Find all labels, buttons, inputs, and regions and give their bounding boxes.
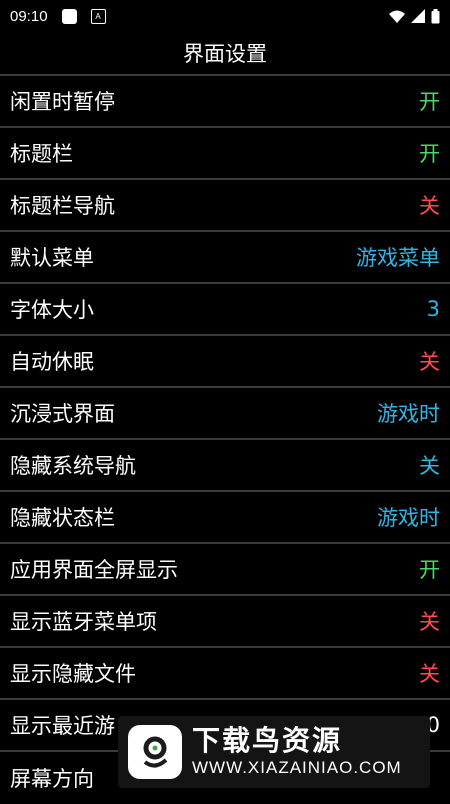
setting-value: 关 xyxy=(419,662,440,686)
settings-list: 闲置时暂停 开 标题栏 开 标题栏导航 关 默认菜单 游戏菜单 字体大小 3 自… xyxy=(0,76,450,804)
setting-value: 开 xyxy=(419,558,440,582)
notification-a-icon: A xyxy=(90,8,106,24)
setting-label: 显示最近游 xyxy=(10,714,115,738)
setting-value: 3 xyxy=(426,297,440,321)
status-time: 09:10 xyxy=(10,7,48,25)
setting-label: 隐藏状态栏 xyxy=(10,506,115,530)
setting-auto-sleep[interactable]: 自动休眠 关 xyxy=(0,336,450,388)
page-title: 界面设置 xyxy=(0,32,450,76)
watermark-name: 下载鸟资源 xyxy=(192,724,343,757)
setting-label: 屏幕方向 xyxy=(10,767,94,791)
setting-label: 显示隐藏文件 xyxy=(10,662,136,686)
setting-label: 闲置时暂停 xyxy=(10,90,115,114)
setting-value: 关 xyxy=(419,454,440,478)
setting-label: 默认菜单 xyxy=(10,246,94,270)
setting-app-fullscreen[interactable]: 应用界面全屏显示 开 xyxy=(0,544,450,596)
setting-title-bar[interactable]: 标题栏 开 xyxy=(0,128,450,180)
status-bar: 09:10 A xyxy=(0,0,450,32)
setting-default-menu[interactable]: 默认菜单 游戏菜单 xyxy=(0,232,450,284)
setting-value: 游戏菜单 xyxy=(356,246,440,270)
setting-label: 字体大小 xyxy=(10,298,94,322)
setting-value: 游戏时 xyxy=(377,506,440,530)
signal-icon xyxy=(411,9,425,23)
watermark-banner: 下载鸟资源 WWW.XIAZAINIAO.COM xyxy=(118,716,430,788)
setting-value: 关 xyxy=(419,350,440,374)
setting-immersive-ui[interactable]: 沉浸式界面 游戏时 xyxy=(0,388,450,440)
setting-title-bar-nav[interactable]: 标题栏导航 关 xyxy=(0,180,450,232)
wifi-icon xyxy=(389,10,405,23)
notification-square-icon xyxy=(61,8,77,24)
setting-label: 标题栏导航 xyxy=(10,194,115,218)
setting-value: 关 xyxy=(419,194,440,218)
setting-value: 开 xyxy=(419,90,440,114)
setting-label: 沉浸式界面 xyxy=(10,402,115,426)
setting-label: 标题栏 xyxy=(10,142,73,166)
setting-label: 隐藏系统导航 xyxy=(10,454,136,478)
setting-hide-status-bar[interactable]: 隐藏状态栏 游戏时 xyxy=(0,492,450,544)
setting-bluetooth-menu[interactable]: 显示蓝牙菜单项 关 xyxy=(0,596,450,648)
setting-label: 自动休眠 xyxy=(10,350,94,374)
watermark-url: WWW.XIAZAINIAO.COM xyxy=(192,758,402,777)
battery-icon xyxy=(431,8,440,23)
setting-value: 开 xyxy=(419,142,440,166)
setting-value: 关 xyxy=(419,610,440,634)
setting-idle-pause[interactable]: 闲置时暂停 开 xyxy=(0,76,450,128)
setting-hide-system-nav[interactable]: 隐藏系统导航 关 xyxy=(0,440,450,492)
setting-hidden-files[interactable]: 显示隐藏文件 关 xyxy=(0,648,450,700)
setting-value: 游戏时 xyxy=(377,402,440,426)
bird-logo-icon xyxy=(128,725,182,779)
setting-label: 显示蓝牙菜单项 xyxy=(10,610,157,634)
setting-font-size[interactable]: 字体大小 3 xyxy=(0,284,450,336)
setting-label: 应用界面全屏显示 xyxy=(10,558,178,582)
